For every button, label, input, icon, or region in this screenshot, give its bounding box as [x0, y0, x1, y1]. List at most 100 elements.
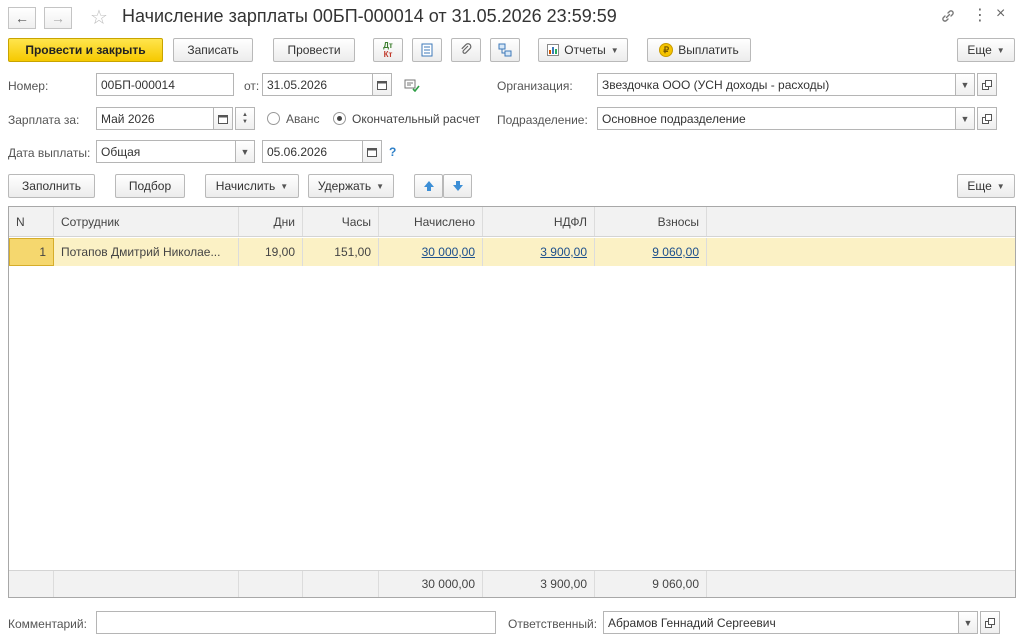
total-days-cell — [239, 571, 303, 597]
col-header-employee[interactable]: Сотрудник — [54, 207, 239, 236]
ndfl-link[interactable]: 3 900,00 — [540, 245, 587, 259]
pay-date-type-dropdown[interactable]: ▼ — [235, 140, 255, 163]
advance-radio[interactable] — [267, 112, 280, 125]
favorite-star-icon[interactable]: ☆ — [90, 5, 108, 30]
organization-open-button[interactable] — [977, 73, 997, 96]
link-icon[interactable] — [940, 8, 956, 27]
col-header-contributions[interactable]: Взносы — [595, 207, 707, 236]
department-field[interactable]: Основное подразделение — [597, 107, 957, 130]
table-row[interactable]: 1 Потапов Дмитрий Николае... 19,00 151,0… — [9, 238, 1015, 266]
open-window-icon — [985, 617, 995, 628]
col-header-n[interactable]: N — [9, 207, 54, 236]
calendar-icon — [367, 147, 377, 157]
days-cell[interactable]: 19,00 — [239, 238, 303, 266]
post-and-close-button[interactable]: Провести и закрыть — [8, 38, 163, 62]
number-field[interactable]: 00БП-000014 — [96, 73, 234, 96]
accrue-label: Начислить — [215, 179, 276, 193]
department-dropdown[interactable]: ▼ — [955, 107, 975, 130]
calendar-button[interactable] — [372, 73, 392, 96]
comment-label: Комментарий: — [8, 617, 87, 631]
department-open-button[interactable] — [977, 107, 997, 130]
fill-button[interactable]: Заполнить — [8, 174, 95, 198]
more-vertical-icon[interactable]: ⋮ — [972, 5, 988, 25]
help-icon[interactable]: ? — [389, 145, 396, 159]
total-contributions-cell: 9 060,00 — [595, 571, 707, 597]
contributions-link[interactable]: 9 060,00 — [652, 245, 699, 259]
move-down-button[interactable] — [443, 174, 472, 198]
accrued-cell[interactable]: 30 000,00 — [379, 238, 483, 266]
pay-date-label: Дата выплаты: — [8, 146, 91, 160]
accrued-link[interactable]: 30 000,00 — [422, 245, 475, 259]
chevron-down-icon: ▼ — [240, 146, 250, 157]
salary-period-field[interactable]: Май 2026 — [96, 107, 214, 130]
chevron-down-icon: ▼ — [963, 617, 973, 628]
hours-cell[interactable]: 151,00 — [303, 238, 379, 266]
pay-button[interactable]: ₽ Выплатить — [647, 38, 751, 62]
col-header-hours[interactable]: Часы — [303, 207, 379, 236]
report-chart-icon — [547, 44, 560, 56]
chevron-down-icon: ▼ — [610, 45, 619, 55]
total-n-cell — [9, 571, 54, 597]
coin-icon: ₽ — [659, 43, 674, 57]
organization-label: Организация: — [497, 79, 573, 93]
table-totals: 30 000,00 3 900,00 9 060,00 — [9, 570, 1015, 597]
attach-button[interactable] — [451, 38, 481, 62]
reports-button[interactable]: Отчеты ▼ — [538, 38, 628, 62]
col-header-ndfl[interactable]: НДФЛ — [483, 207, 595, 236]
post-button[interactable]: Провести — [273, 38, 355, 62]
total-spacer — [707, 571, 1015, 597]
row-number-cell[interactable]: 1 — [9, 238, 54, 266]
total-ndfl-cell: 3 900,00 — [483, 571, 595, 597]
employee-cell[interactable]: Потапов Дмитрий Николае... — [54, 238, 239, 266]
total-employee-cell — [54, 571, 239, 597]
move-up-button[interactable] — [414, 174, 443, 198]
col-header-accrued[interactable]: Начислено — [379, 207, 483, 236]
final-settlement-radio[interactable] — [333, 112, 346, 125]
document-list-button[interactable] — [412, 38, 442, 62]
chevron-down-icon: ▼ — [960, 113, 970, 124]
salary-table[interactable]: N Сотрудник Дни Часы Начислено НДФЛ Взно… — [8, 206, 1016, 598]
date-field[interactable]: 31.05.2026 — [262, 73, 374, 96]
table-header: N Сотрудник Дни Часы Начислено НДФЛ Взно… — [9, 207, 1015, 237]
accrue-button[interactable]: Начислить ▼ — [205, 174, 299, 198]
pay-label: Выплатить — [678, 43, 739, 57]
date-label: от: — [244, 79, 260, 93]
pay-date-field[interactable]: 05.06.2026 — [262, 140, 364, 163]
col-header-days[interactable]: Дни — [239, 207, 303, 236]
back-button[interactable]: ← — [8, 7, 36, 29]
dt-label: Дт — [383, 41, 393, 50]
close-icon[interactable]: × — [996, 5, 1005, 23]
open-window-icon — [982, 79, 992, 90]
table-more-button[interactable]: Еще ▼ — [957, 174, 1015, 198]
period-stepper[interactable]: ▲ ▼ — [235, 107, 255, 130]
organization-field[interactable]: Звездочка ООО (УСН доходы - расходы) — [597, 73, 957, 96]
comment-field[interactable] — [96, 611, 496, 634]
pay-date-type-field[interactable]: Общая — [96, 140, 236, 163]
pay-date-calendar-button[interactable] — [362, 140, 382, 163]
total-accrued-cell: 30 000,00 — [379, 571, 483, 597]
responsible-dropdown[interactable]: ▼ — [958, 611, 978, 634]
contributions-cell[interactable]: 9 060,00 — [595, 238, 707, 266]
calendar-icon — [218, 114, 228, 124]
forward-button[interactable]: → — [44, 7, 72, 29]
arrow-left-icon: ← — [15, 10, 29, 26]
organization-dropdown[interactable]: ▼ — [955, 73, 975, 96]
edit-number-icon[interactable] — [404, 78, 420, 95]
dt-kt-button[interactable]: Дт Кт — [373, 38, 403, 62]
final-settlement-label: Окончательный расчет — [352, 112, 481, 126]
responsible-open-button[interactable] — [980, 611, 1000, 634]
period-calendar-button[interactable] — [213, 107, 233, 130]
chevron-down-icon: ▼ — [376, 181, 385, 191]
save-button[interactable]: Записать — [173, 38, 253, 62]
structure-button[interactable] — [490, 38, 520, 62]
advance-label: Аванс — [286, 112, 320, 126]
responsible-label: Ответственный: — [508, 617, 598, 631]
kt-label: Кт — [383, 50, 393, 59]
responsible-field[interactable]: Абрамов Геннадий Сергеевич — [603, 611, 959, 634]
ndfl-cell[interactable]: 3 900,00 — [483, 238, 595, 266]
deduct-button[interactable]: Удержать ▼ — [308, 174, 394, 198]
col-header-spacer — [707, 207, 1015, 236]
more-button[interactable]: Еще ▼ — [957, 38, 1015, 62]
select-button[interactable]: Подбор — [115, 174, 185, 198]
total-hours-cell — [303, 571, 379, 597]
